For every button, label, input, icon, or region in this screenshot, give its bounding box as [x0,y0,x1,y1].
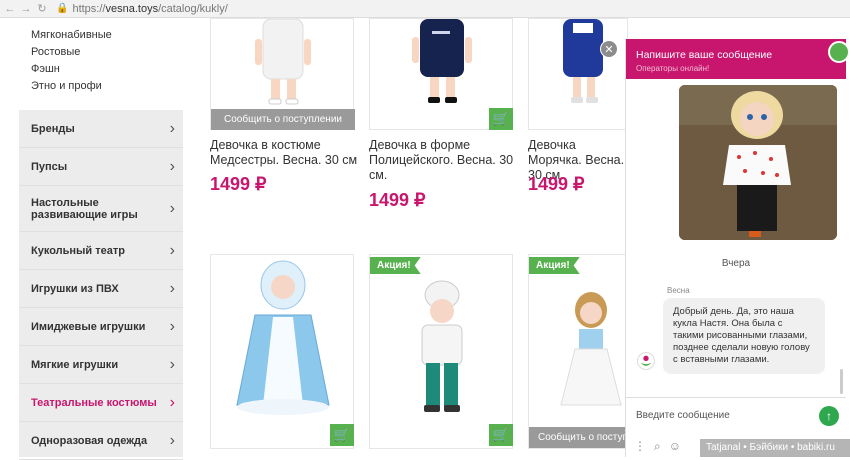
operator-avatar [637,352,655,370]
chat-input-row: ↑ [626,397,846,433]
browser-address-bar: ← → ↻ 🔒 https://vesna.toys/catalog/kukly… [0,0,850,18]
sidebar-item-theatre-costumes[interactable]: Театральные костюмы › [19,384,183,422]
sidebar-item-label: Кукольный театр [31,244,125,257]
category-link[interactable]: Фэшн [31,61,112,78]
url-path: /catalog/kukly/ [158,2,228,15]
chat-widget: Напишите ваше сообщение Операторы онлайн… [625,39,850,457]
category-link[interactable]: Мягконабивные [31,27,112,44]
add-to-cart-icon[interactable]: 🛒 [330,424,354,446]
sidebar-item-brands[interactable]: Бренды › [19,110,183,148]
product-card-snow-maiden[interactable]: 🛒 [210,254,354,449]
sidebar-item-label: Игрушки из ПВХ [31,282,119,295]
notify-on-arrival-button[interactable]: Сообщить о поступлении [529,427,629,448]
sidebar-item-label: Театральные костюмы [31,396,157,409]
sidebar-item-puppet-theatre[interactable]: Кукольный театр › [19,232,183,270]
promo-badge: Акция! [529,257,580,274]
chevron-right-icon: › [169,279,175,297]
product-title[interactable]: Девочка в костюме Медсестры. Весна. 30 с… [210,138,360,168]
chat-message-author: Весна [667,286,690,295]
url-text[interactable]: https://vesna.toys/catalog/kukly/ [72,3,227,15]
emoji-icon[interactable]: ☺ [669,439,681,453]
product-title[interactable]: Девочка в форме Полицейского. Весна. 30 … [369,138,519,183]
url-host: vesna.toys [105,2,159,15]
product-card-police[interactable]: 🛒 [369,18,513,130]
product-card-sailor[interactable] [528,18,628,130]
back-icon[interactable]: ← [4,3,16,15]
category-links: Мягконабивные Ростовые Фэшн Этно и профи [31,27,112,95]
add-to-cart-icon[interactable]: 🛒 [489,108,513,130]
watermark: Tatjanal • Бэйбики • babiki.ru [700,439,850,457]
more-options-icon[interactable]: ⋮ [634,439,646,453]
sidebar-item-label: Бренды [31,122,75,135]
product-card-doll-blue[interactable]: Акция! Сообщить о поступлении [528,254,629,449]
add-to-cart-icon[interactable]: 🛒 [489,424,513,446]
chat-brand-icon [828,41,850,63]
send-message-button[interactable]: ↑ [819,406,839,426]
product-image[interactable] [211,19,355,109]
reload-icon[interactable]: ↻ [36,2,48,15]
category-link[interactable]: Этно и профи [31,78,112,95]
catalog-sidebar: Бренды › Пупсы › Настольные развивающие иг… [19,110,183,460]
chat-image-attachment[interactable] [679,85,837,240]
chevron-right-icon: › [169,119,175,137]
product-image[interactable] [211,255,355,420]
chevron-right-icon: › [169,157,175,175]
chat-day-separator: Вчера [721,258,751,269]
product-image[interactable] [370,19,514,109]
chat-close-icon[interactable]: ✕ [600,40,618,58]
product-image[interactable] [529,19,629,109]
product-image[interactable] [370,255,514,420]
sidebar-item-pupsy[interactable]: Пупсы › [19,148,183,186]
product-card-doll-white[interactable]: Акция! 🛒 [369,254,513,449]
sidebar-item-disposable-clothes[interactable]: Одноразовая одежда › [19,422,183,460]
category-link[interactable]: Ростовые [31,44,112,61]
sidebar-item-soft-toys[interactable]: Мягкие игрушки › [19,346,183,384]
sidebar-item-label: Имиджевые игрушки [31,320,146,333]
chat-message-bubble: Добрый день. Да, это наша кукла Настя. О… [663,298,825,374]
chat-message-input[interactable] [636,410,806,421]
chevron-right-icon: › [169,355,175,373]
chat-scrollbar[interactable] [840,369,843,394]
chevron-right-icon: › [169,317,175,335]
sidebar-item-label: Мягкие игрушки [31,358,119,371]
product-price: 1499 ₽ [210,174,267,194]
promo-badge: Акция! [370,257,421,274]
chevron-right-icon: › [169,199,175,217]
lock-icon: 🔒 [56,3,69,14]
sidebar-item-pvc-toys[interactable]: Игрушки из ПВХ › [19,270,183,308]
sidebar-item-image-toys[interactable]: Имиджевые игрушки › [19,308,183,346]
attach-file-icon[interactable]: ⌕ [654,439,661,454]
product-price: 1499 ₽ [528,174,585,194]
chat-header-subtitle: Операторы онлайн! [636,64,710,73]
chevron-right-icon: › [169,393,175,411]
notify-on-arrival-button[interactable]: Сообщить о поступлении [211,109,355,130]
sidebar-item-board-games[interactable]: Настольные развивающие игры › [19,186,183,232]
sidebar-item-label: Пупсы [31,160,68,173]
chevron-right-icon: › [169,241,175,259]
sidebar-item-label: Одноразовая одежда [31,434,148,447]
product-price: 1499 ₽ [369,190,426,210]
chat-header-title: Напишите ваше сообщение [636,49,773,61]
product-image[interactable] [529,255,629,420]
sidebar-item-label: Настольные развивающие игры [31,196,138,221]
chat-header[interactable]: Напишите ваше сообщение Операторы онлайн… [626,39,850,79]
forward-icon[interactable]: → [20,3,32,15]
product-card-nurse[interactable]: Сообщить о поступлении [210,18,355,130]
url-scheme: https:// [72,2,106,15]
chevron-right-icon: › [169,431,175,449]
